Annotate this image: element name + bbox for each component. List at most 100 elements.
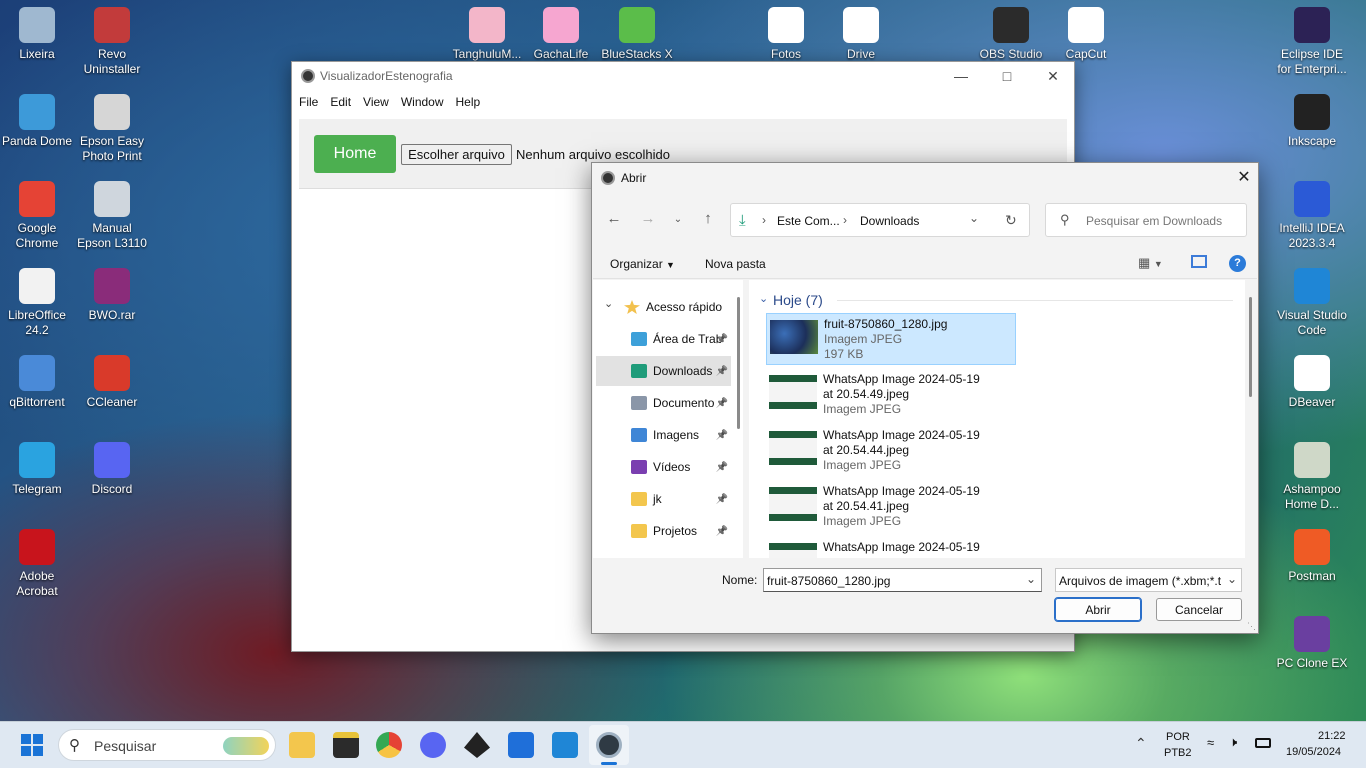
sidebar-item-imagens[interactable]: Imagens 📌 — [596, 420, 731, 450]
file-item[interactable]: WhatsApp Image 2024-05-19 at — [766, 537, 1016, 558]
photos-shortcut[interactable]: Fotos — [749, 7, 823, 62]
file-scrollbar[interactable] — [1249, 297, 1252, 397]
file-item[interactable]: WhatsApp Image 2024-05-19 at 20.54.41.jp… — [766, 481, 1016, 533]
adobe-acrobat-shortcut[interactable]: Adobe Acrobat — [0, 529, 74, 599]
organize-button[interactable]: Organizar ▼ — [610, 257, 675, 271]
recent-chevron-down-icon[interactable]: ⌄ — [666, 214, 690, 234]
electron-app-taskbar-icon[interactable] — [589, 725, 629, 765]
file-explorer-icon[interactable] — [289, 732, 315, 758]
choose-file-button[interactable]: Escolher arquivo — [401, 144, 512, 165]
pin-icon[interactable]: 📌 — [716, 494, 728, 505]
pin-icon[interactable]: 📌 — [716, 462, 728, 473]
manual-epson-shortcut[interactable]: Manual Epson L3110 — [75, 181, 149, 251]
pin-icon[interactable]: 📌 — [716, 526, 728, 537]
eclipse-shortcut[interactable]: Eclipse IDE for Enterpri... — [1275, 7, 1349, 77]
capcut-shortcut[interactable]: CapCut — [1049, 7, 1123, 62]
group-header[interactable]: Hoje (7) — [773, 292, 823, 308]
taskbar-search[interactable]: ⚲ Pesquisar — [58, 729, 276, 761]
ccleaner-shortcut[interactable]: CCleaner — [75, 355, 149, 410]
lang-line2[interactable]: PTB2 — [1164, 747, 1192, 759]
nav-scrollbar[interactable] — [737, 297, 740, 429]
lang-line1[interactable]: POR — [1166, 731, 1190, 743]
chrome-shortcut[interactable]: Google Chrome — [0, 181, 74, 251]
pin-icon[interactable]: 📌 — [716, 334, 728, 345]
minimize-button[interactable]: — — [938, 62, 984, 90]
vscode-taskbar-icon[interactable] — [552, 732, 578, 758]
sidebar-item-downloads[interactable]: Downloads 📌 — [596, 356, 731, 386]
pin-icon[interactable]: 📌 — [716, 366, 728, 377]
view-options-icon[interactable]: ▦ ▼ — [1138, 255, 1163, 271]
up-arrow-icon[interactable]: ↑ — [696, 210, 720, 230]
obs-studio-shortcut[interactable]: OBS Studio — [974, 7, 1048, 62]
chrome-taskbar-icon[interactable] — [376, 732, 402, 758]
refresh-icon[interactable]: ↻ — [1005, 212, 1017, 229]
show-hidden-icons-icon[interactable]: ⌃ — [1135, 735, 1147, 752]
winrar-archive-shortcut[interactable]: BWO.rar — [75, 268, 149, 323]
new-folder-button[interactable]: Nova pasta — [705, 257, 766, 271]
intellij-shortcut[interactable]: IntelliJ IDEA 2023.3.4 — [1275, 181, 1349, 251]
wifi-icon[interactable]: ≈ — [1207, 735, 1214, 750]
maximize-button[interactable]: □ — [984, 62, 1030, 90]
ashampoo-shortcut[interactable]: Ashampoo Home D... — [1275, 442, 1349, 512]
breadcrumb-downloads[interactable]: Downloads — [860, 214, 919, 228]
menu-file[interactable]: File — [293, 92, 324, 114]
help-icon[interactable]: ? — [1229, 255, 1246, 272]
discord-taskbar-icon[interactable] — [420, 732, 446, 758]
dbeaver-shortcut[interactable]: DBeaver — [1275, 355, 1349, 410]
forward-arrow-icon[interactable]: → — [636, 210, 660, 230]
menu-view[interactable]: View — [357, 92, 395, 114]
clock-time[interactable]: 21:22 — [1318, 730, 1346, 742]
expand-chevron-icon[interactable]: ⌄ — [604, 297, 613, 310]
google-drive-shortcut[interactable]: Drive — [824, 7, 898, 62]
sidebar-item-jk[interactable]: jk 📌 — [596, 484, 731, 514]
epson-easy-photo-print-shortcut[interactable]: Epson Easy Photo Print — [75, 94, 149, 164]
address-bar[interactable]: ⤓ › Este Com... › Downloads ⌄ ↻ — [730, 203, 1030, 237]
revo-uninstaller-shortcut[interactable]: Revo Uninstaller — [75, 7, 149, 77]
app-titlebar[interactable]: VisualizadorEstenografia — □ ✕ — [292, 62, 1074, 90]
open-button[interactable]: Abrir — [1054, 597, 1142, 622]
battery-icon[interactable] — [1255, 738, 1271, 748]
sidebar-item-projetos[interactable]: Projetos 📌 — [596, 516, 731, 546]
vscode-shortcut[interactable]: Visual Studio Code — [1275, 268, 1349, 338]
pin-icon[interactable]: 📌 — [716, 398, 728, 409]
file-item[interactable]: WhatsApp Image 2024-05-19 at 20.54.44.jp… — [766, 425, 1016, 477]
tanghulu-shortcut[interactable]: TanghuluM... — [450, 7, 524, 62]
inkscape-taskbar-icon[interactable] — [464, 732, 490, 758]
search-box[interactable]: ⚲ Pesquisar em Downloads — [1045, 203, 1247, 237]
filename-input[interactable]: fruit-8750860_1280.jpg ⌄ — [763, 568, 1042, 592]
sticky-notes-icon[interactable] — [333, 732, 359, 758]
breadcrumb-this-pc[interactable]: Este Com... — [777, 214, 840, 228]
back-arrow-icon[interactable]: ← — [602, 210, 626, 230]
menu-window[interactable]: Window — [395, 92, 450, 114]
group-chevron-icon[interactable]: ⌄ — [759, 292, 768, 305]
start-button[interactable] — [21, 734, 43, 756]
file-item[interactable]: fruit-8750860_1280.jpg Imagem JPEG 197 KB — [766, 313, 1016, 365]
sidebar-item-documento[interactable]: Documento 📌 — [596, 388, 731, 418]
gachalife-shortcut[interactable]: GachaLife — [524, 7, 598, 62]
telegram-shortcut[interactable]: Telegram — [0, 442, 74, 497]
resize-grip-icon[interactable]: ⋱ — [1247, 621, 1256, 632]
cancel-button[interactable]: Cancelar — [1156, 598, 1242, 621]
recycle-bin-shortcut[interactable]: Lixeira — [0, 7, 74, 62]
inkscape-shortcut[interactable]: Inkscape — [1275, 94, 1349, 149]
libreoffice-shortcut[interactable]: LibreOffice 24.2 — [0, 268, 74, 338]
postman-shortcut[interactable]: Postman — [1275, 529, 1349, 584]
dialog-close-button[interactable]: ✕ — [1232, 167, 1256, 189]
home-button[interactable]: Home — [314, 135, 396, 173]
file-item[interactable]: WhatsApp Image 2024-05-19 at 20.54.49.jp… — [766, 369, 1016, 421]
sidebar-item-v-deos[interactable]: Vídeos 📌 — [596, 452, 731, 482]
preview-pane-icon[interactable] — [1191, 255, 1207, 268]
docs-taskbar-icon[interactable] — [508, 732, 534, 758]
address-chevron-down-icon[interactable]: ⌄ — [969, 211, 979, 225]
file-type-select[interactable]: Arquivos de imagem (*.xbm;*.t ⌄ — [1055, 568, 1242, 592]
sidebar-item--rea-de-trab[interactable]: Área de Trab 📌 — [596, 324, 731, 354]
panda-dome-shortcut[interactable]: Panda Dome — [0, 94, 74, 149]
clock-date[interactable]: 19/05/2024 — [1286, 746, 1341, 758]
close-button[interactable]: ✕ — [1030, 62, 1076, 90]
menu-edit[interactable]: Edit — [324, 92, 357, 114]
volume-icon[interactable]: 🕨 — [1229, 734, 1237, 750]
discord-shortcut[interactable]: Discord — [75, 442, 149, 497]
filename-chevron-down-icon[interactable]: ⌄ — [1026, 572, 1036, 586]
qbittorrent-shortcut[interactable]: qBittorrent — [0, 355, 74, 410]
sidebar-item-acesso-r-pido[interactable]: ⌄ Acesso rápido — [596, 292, 731, 322]
